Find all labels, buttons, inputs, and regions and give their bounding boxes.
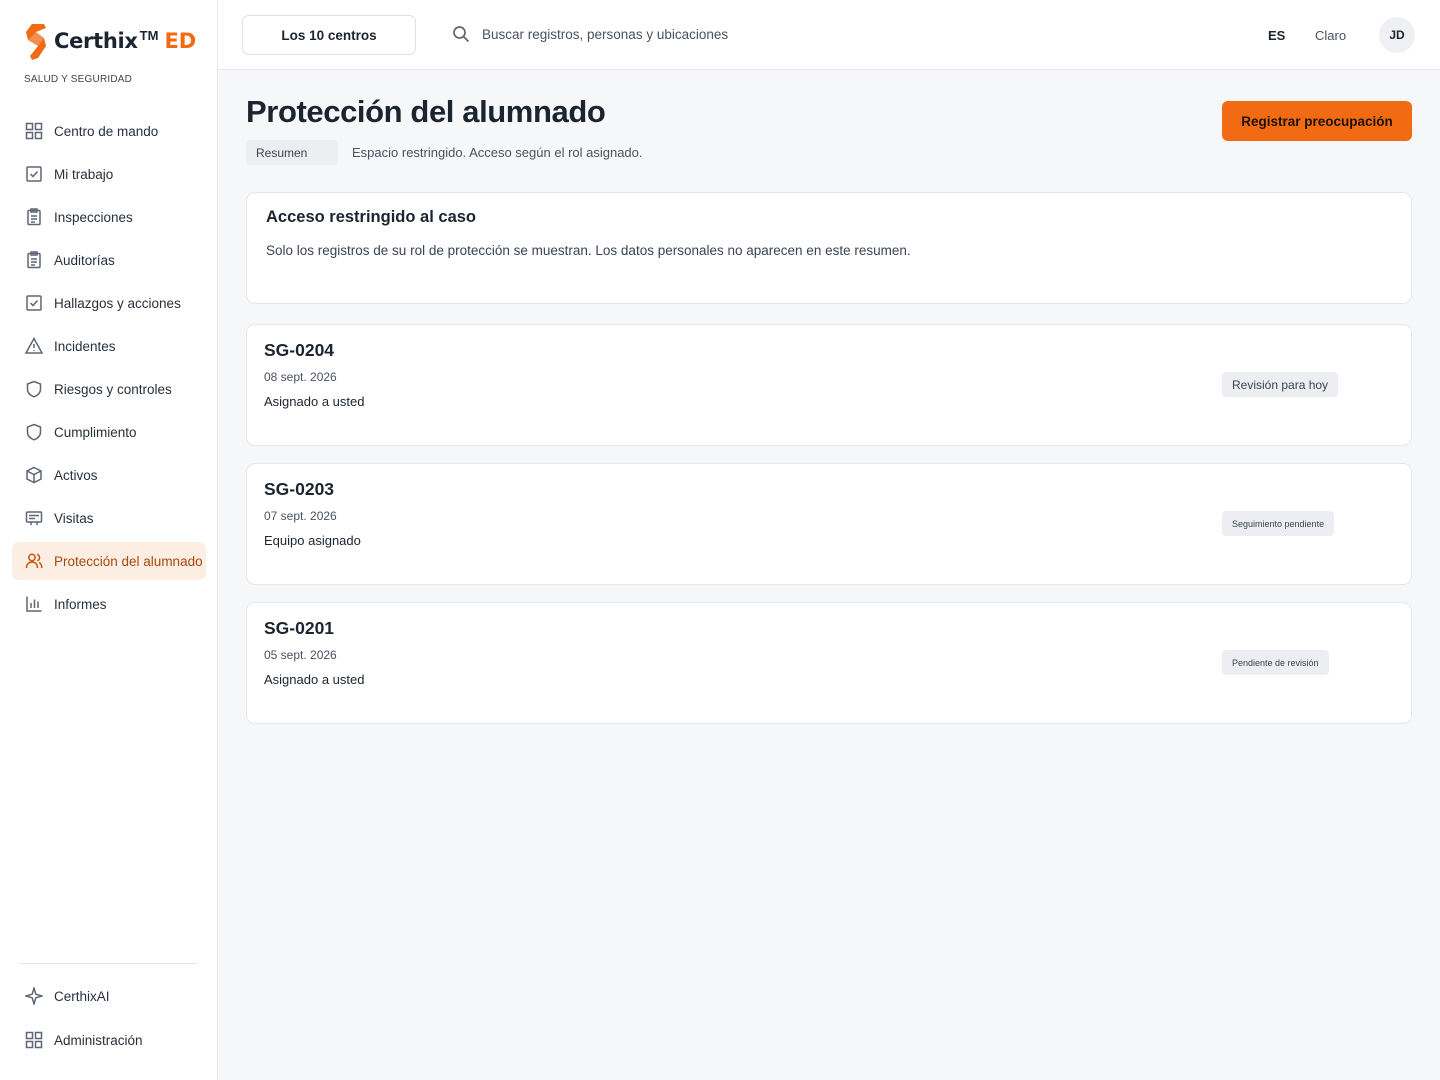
sidebar-item-cumplimiento[interactable]: Cumplimiento	[12, 413, 206, 451]
sidebar-item-label: Activos	[54, 467, 98, 483]
status-badge: Pendiente de revisión	[1222, 650, 1329, 675]
sidebar-item-inspecciones[interactable]: Inspecciones	[12, 198, 206, 236]
clipboard-icon	[24, 250, 44, 270]
bar-chart-icon	[24, 594, 44, 614]
search-icon	[453, 26, 470, 43]
restricted-access-notice: Acceso restringido al caso Solo los regi…	[246, 192, 1412, 304]
grid-icon	[24, 121, 44, 141]
case-assignment: Asignado a usted	[264, 394, 365, 409]
brand-trademark: TM	[139, 28, 159, 43]
sidebar-item-label: Incidentes	[54, 338, 116, 354]
sidebar-item-auditorias[interactable]: Auditorías	[12, 241, 206, 279]
brand-subtitle: SALUD Y SEGURIDAD	[24, 74, 133, 85]
sidebar-item-label: Centro de mando	[54, 123, 159, 139]
register-concern-button[interactable]: Registrar preocupación	[1222, 101, 1412, 141]
page-title: Protección del alumnado	[246, 94, 606, 129]
clipboard-icon	[24, 207, 44, 227]
page-subtitle: Espacio restringido. Acceso según el rol…	[352, 145, 643, 160]
sidebar-item-label: Inspecciones	[54, 209, 133, 225]
notice-title: Acceso restringido al caso	[266, 208, 476, 226]
site-selector[interactable]: Los 10 centros	[242, 15, 416, 55]
checkbox-icon	[24, 164, 44, 184]
case-id: SG-0204	[264, 340, 335, 360]
case-date: 05 sept. 2026	[264, 648, 337, 662]
shield-icon	[24, 379, 44, 399]
search-bar	[452, 25, 862, 43]
box-icon	[24, 465, 44, 485]
sidebar-item-label: Informes	[54, 596, 107, 612]
case-assignment: Asignado a usted	[264, 672, 365, 687]
brand-name: Certhix	[54, 29, 138, 53]
sidebar-item-incidentes[interactable]: Incidentes	[12, 327, 206, 365]
sidebar-item-label: Riesgos y controles	[54, 381, 172, 397]
sidebar-item-visitas[interactable]: Visitas	[12, 499, 206, 537]
avatar[interactable]: JD	[1379, 17, 1415, 53]
sidebar-item-label: Auditorías	[54, 252, 115, 268]
case-assignment: Equipo asignado	[264, 533, 361, 548]
users-icon	[24, 551, 44, 571]
sidebar-bottom-nav: CerthixAI Administración	[12, 977, 206, 1065]
grid-icon	[24, 1030, 44, 1050]
case-card[interactable]: SG-0203 07 sept. 2026 Equipo asignado Se…	[246, 463, 1412, 585]
sidebar-item-label: Hallazgos y acciones	[54, 295, 181, 311]
case-date: 08 sept. 2026	[264, 370, 337, 384]
sidebar-item-label: Protección del alumnado	[54, 553, 203, 569]
language-toggle[interactable]: ES	[1268, 28, 1285, 43]
sidebar-item-riesgos-y-controles[interactable]: Riesgos y controles	[12, 370, 206, 408]
top-bar: Los 10 centros ES Claro JD	[218, 0, 1440, 70]
sidebar-item-label: Administración	[54, 1032, 143, 1048]
search-input[interactable]	[482, 26, 862, 42]
checkbox-icon	[24, 293, 44, 313]
sidebar-item-informes[interactable]: Informes	[12, 585, 206, 623]
brand-edition: ED	[164, 29, 197, 53]
sidebar-item-label: Visitas	[54, 510, 94, 526]
sidebar-item-administracion[interactable]: Administración	[12, 1021, 206, 1059]
theme-toggle[interactable]: Claro	[1315, 28, 1346, 43]
status-badge: Seguimiento pendiente	[1222, 511, 1335, 536]
tab-resumen[interactable]: Resumen	[246, 140, 338, 165]
sidebar-item-hallazgos-y-acciones[interactable]: Hallazgos y acciones	[12, 284, 206, 322]
sidebar-divider	[20, 963, 198, 964]
sidebar-item-label: Mi trabajo	[54, 166, 114, 182]
case-date: 07 sept. 2026	[264, 509, 337, 523]
shield-icon	[24, 422, 44, 442]
brand[interactable]: Certhix TM ED	[24, 24, 196, 60]
sidebar-item-label: CerthixAI	[54, 988, 110, 1004]
sidebar-item-centro-de-mando[interactable]: Centro de mando	[12, 112, 206, 150]
sidebar-item-mi-trabajo[interactable]: Mi trabajo	[12, 155, 206, 193]
status-badge: Revisión para hoy	[1222, 372, 1339, 397]
case-id: SG-0201	[264, 618, 335, 638]
case-card[interactable]: SG-0201 05 sept. 2026 Asignado a usted P…	[246, 602, 1412, 724]
case-card[interactable]: SG-0204 08 sept. 2026 Asignado a usted R…	[246, 324, 1412, 446]
sidebar-item-proteccion-del-alumnado[interactable]: Protección del alumnado	[12, 542, 206, 580]
sparkle-icon	[24, 986, 44, 1006]
id-card-icon	[24, 508, 44, 528]
sidebar-nav: Centro de mando Mi trabajo Inspecciones …	[12, 112, 206, 628]
sidebar-item-certhixai[interactable]: CerthixAI	[12, 977, 206, 1015]
certhix-logo-icon	[26, 24, 46, 60]
sidebar-item-activos[interactable]: Activos	[12, 456, 206, 494]
warning-icon	[24, 336, 44, 356]
notice-text: Solo los registros de su rol de protecci…	[266, 243, 911, 258]
sidebar: Certhix TM ED SALUD Y SEGURIDAD Centro d…	[0, 0, 218, 1080]
case-id: SG-0203	[264, 479, 335, 499]
sidebar-item-label: Cumplimiento	[54, 424, 137, 440]
